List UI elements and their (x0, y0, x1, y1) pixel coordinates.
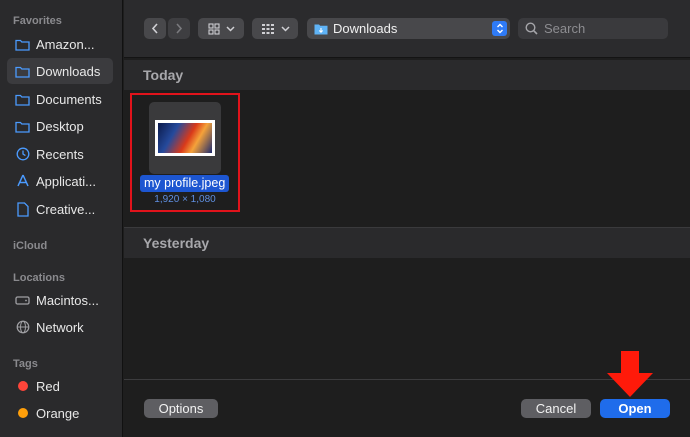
file-name[interactable]: my profile.jpeg (140, 175, 230, 192)
back-button[interactable] (144, 18, 166, 39)
folder-icon (15, 37, 30, 52)
folder-icon (15, 119, 30, 134)
search-icon (525, 22, 538, 35)
sidebar-item-label: Creative... (36, 201, 96, 217)
sidebar-tag-orange[interactable]: Orange (7, 400, 113, 426)
sidebar-item-label: Orange (36, 405, 80, 421)
group-grid-icon (261, 23, 274, 34)
forward-button[interactable] (168, 18, 190, 39)
file-open-dialog: Favorites Amazon... Downloads Documents … (0, 0, 690, 437)
downloads-folder-icon (314, 24, 328, 34)
sidebar-item-amazon[interactable]: Amazon... (7, 31, 113, 57)
sidebar-item-desktop[interactable]: Desktop (7, 113, 113, 139)
group-header-yesterday: Yesterday (124, 228, 690, 258)
options-button[interactable]: Options (144, 399, 218, 418)
chevron-left-icon (151, 23, 158, 34)
jpeg-image-icon (155, 120, 215, 156)
sidebar-item-label: Macintos... (36, 292, 99, 308)
folder-icon (15, 64, 30, 79)
globe-icon (15, 320, 30, 335)
sidebar-item-label: Network (36, 319, 84, 335)
chevron-down-icon (225, 25, 235, 32)
sidebar-item-recents[interactable]: Recents (7, 141, 113, 167)
sidebar-section-locations: Locations (13, 272, 65, 284)
chevron-right-icon (176, 23, 183, 34)
sidebar-item-label: Applicati... (36, 173, 96, 189)
sidebar-item-macintosh[interactable]: Macintos... (7, 287, 113, 313)
file-dimensions: 1,920 × 1,080 (154, 194, 216, 205)
orange-tag-dot-icon (15, 406, 30, 421)
file-thumbnail[interactable] (149, 102, 221, 174)
sidebar-item-label: Recents (36, 146, 84, 162)
folder-icon (15, 92, 30, 107)
sidebar-item-creative[interactable]: Creative... (7, 196, 113, 222)
group-by-button[interactable] (252, 18, 298, 39)
sidebar-item-applications[interactable]: Applicati... (7, 168, 113, 194)
search-field[interactable]: Search (518, 18, 668, 39)
search-placeholder: Search (544, 21, 586, 36)
sidebar-tag-red[interactable]: Red (7, 373, 113, 399)
sidebar-item-label: Red (36, 378, 60, 394)
file-item-highlight-box: my profile.jpeg 1,920 × 1,080 (130, 93, 240, 212)
chevron-down-icon (280, 25, 290, 32)
sidebar-section-icloud: iCloud (13, 240, 48, 252)
location-popup[interactable]: Downloads (307, 18, 510, 39)
sidebar: Favorites Amazon... Downloads Documents … (0, 0, 123, 437)
updown-chevron-icon (492, 21, 507, 36)
sidebar-item-label: Downloads (36, 63, 101, 79)
cancel-button[interactable]: Cancel (521, 399, 591, 418)
sidebar-item-downloads[interactable]: Downloads (7, 58, 113, 84)
applications-icon (15, 174, 30, 189)
sidebar-item-label: Desktop (36, 118, 84, 134)
open-button[interactable]: Open (600, 399, 670, 418)
toolbar: Downloads Search (124, 0, 690, 58)
arrow-down-icon (607, 351, 653, 397)
location-label: Downloads (333, 21, 398, 36)
sidebar-item-label: Amazon... (36, 36, 95, 52)
sidebar-section-favorites: Favorites (13, 15, 62, 27)
clock-icon (15, 147, 30, 162)
document-icon (15, 201, 30, 217)
sidebar-item-documents[interactable]: Documents (7, 86, 113, 112)
icon-view-button[interactable] (198, 18, 244, 39)
sidebar-item-label: Documents (36, 91, 102, 107)
sidebar-section-tags: Tags (13, 358, 38, 370)
group-header-today: Today (124, 60, 690, 90)
hard-drive-icon (15, 293, 30, 308)
grid-icon (207, 22, 220, 35)
sidebar-item-network[interactable]: Network (7, 314, 113, 340)
red-tag-dot-icon (15, 379, 30, 394)
